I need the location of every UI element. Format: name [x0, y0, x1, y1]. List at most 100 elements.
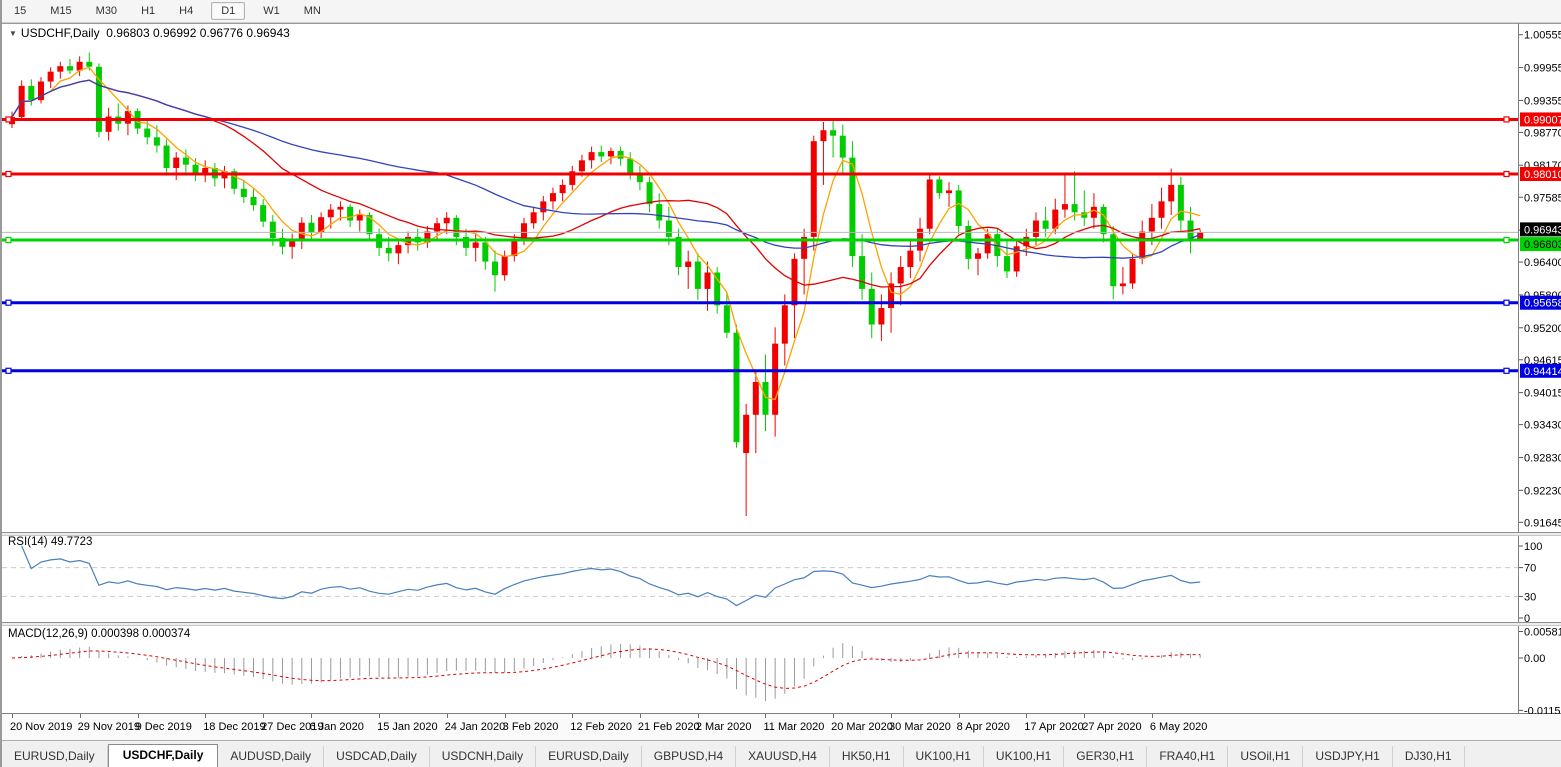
chart-tab-hk50-h1[interactable]: HK50,H1: [830, 746, 904, 767]
price-tick-label: 0.92830: [1524, 452, 1561, 464]
time-tick-mark: [379, 714, 380, 718]
svg-text:0.95658: 0.95658: [1524, 298, 1561, 310]
time-tick-mark: [833, 714, 834, 718]
time-tick-mark: [263, 714, 264, 718]
rsi-tick-label: 0: [1524, 613, 1530, 625]
time-tick-label: 12 Feb 2020: [570, 721, 632, 733]
price-tick-label: 0.97585: [1524, 192, 1561, 204]
time-tick-mark: [959, 714, 960, 718]
time-tick-mark: [205, 714, 206, 718]
timeframe-button-H4[interactable]: H4: [169, 2, 203, 20]
timeframe-button-MN[interactable]: MN: [294, 2, 331, 20]
candle: [811, 136, 817, 251]
chart-tab-eurusd-daily[interactable]: EURUSD,Daily: [536, 746, 642, 767]
candle: [927, 174, 933, 234]
time-tick-mark: [311, 714, 312, 718]
time-tick-mark: [1152, 714, 1153, 718]
timeframe-button-H1[interactable]: H1: [131, 2, 165, 20]
level-axis-label-0.96803: 0.96803: [1520, 237, 1561, 251]
price-tick-label: 0.91645: [1524, 517, 1561, 529]
chart-tab-gbpusd-h4[interactable]: GBPUSD,H4: [642, 746, 736, 767]
time-axis[interactable]: 20 Nov 201929 Nov 20199 Dec 201918 Dec 2…: [2, 714, 1561, 740]
rsi-tick-label: 30: [1524, 591, 1536, 603]
time-tick-mark: [12, 714, 13, 718]
time-tick-label: 20 Mar 2020: [831, 721, 893, 733]
chart-tab-usdcnh-daily[interactable]: USDCNH,Daily: [430, 746, 536, 767]
chart-tab-fra40-h1[interactable]: FRA40,H1: [1147, 746, 1228, 767]
timeframe-button-D1[interactable]: D1: [211, 2, 245, 20]
time-tick-label: 17 Apr 2020: [1024, 721, 1083, 733]
time-tick-label: 2 Mar 2020: [696, 721, 752, 733]
rsi-tick-label: 100: [1524, 541, 1542, 553]
time-tick-label: 3 Feb 2020: [503, 721, 559, 733]
price-tick-label: 0.99355: [1524, 95, 1561, 107]
chart-background: [2, 22, 1561, 714]
chart-tab-usdjpy-h1[interactable]: USDJPY,H1: [1303, 746, 1392, 767]
candle: [734, 324, 740, 447]
chart-tab-usoil-h1[interactable]: USOil,H1: [1228, 746, 1303, 767]
time-tick-mark: [1084, 714, 1085, 718]
chart-tab-eurusd-daily[interactable]: EURUSD,Daily: [2, 746, 108, 767]
svg-text:0.98010: 0.98010: [1524, 169, 1561, 181]
price-tick-label: 0.99955: [1524, 63, 1561, 75]
time-tick-mark: [80, 714, 81, 718]
time-tick-mark: [640, 714, 641, 718]
time-tick-label: 11 Mar 2020: [763, 721, 824, 733]
svg-text:0.99007: 0.99007: [1524, 114, 1561, 126]
level-axis-label-0.98010: 0.98010: [1520, 167, 1561, 181]
level-axis-label-0.99007: 0.99007: [1520, 112, 1561, 126]
macd-tick-label: 0.00: [1524, 653, 1545, 665]
chart-tab-uk100-h1[interactable]: UK100,H1: [984, 746, 1064, 767]
current-price-axis-label: 0.96943: [1520, 222, 1561, 236]
chart-symbol-period: USDCHF,Daily: [21, 26, 100, 40]
chart-tab-audusd-daily[interactable]: AUDUSD,Daily: [218, 746, 324, 767]
time-tick-mark: [1026, 714, 1027, 718]
timeframe-toolbar: 15M15 M30H1H4 D1 W1MN: [2, 0, 1561, 23]
macd-tick-label: 0.005818: [1524, 627, 1561, 639]
time-tick-mark: [447, 714, 448, 718]
time-tick-label: 20 Nov 2019: [10, 721, 72, 733]
time-tick-mark: [505, 714, 506, 718]
chart-tab-usdcad-daily[interactable]: USDCAD,Daily: [324, 746, 430, 767]
chart-ohlc-values: 0.96803 0.96992 0.96776 0.96943: [100, 26, 290, 40]
price-tick-label: 1.00555: [1524, 30, 1561, 42]
candle: [849, 141, 855, 267]
level-axis-label-0.95658: 0.95658: [1520, 296, 1561, 310]
time-tick-label: 15 Jan 2020: [377, 721, 438, 733]
timeframe-button-15[interactable]: 15: [4, 2, 36, 20]
chart-tab-usdchf-daily[interactable]: USDCHF,Daily: [108, 744, 219, 767]
chart-tab-uk100-h1[interactable]: UK100,H1: [904, 746, 984, 767]
svg-text:0.96943: 0.96943: [1524, 224, 1561, 236]
chart-tab-bar: EURUSD,DailyUSDCHF,DailyAUDUSD,DailyUSDC…: [2, 740, 1561, 767]
chart-tab-dj30-h1[interactable]: DJ30,H1: [1393, 746, 1465, 767]
time-tick-label: 30 Mar 2020: [889, 721, 951, 733]
price-tick-label: 0.96400: [1524, 257, 1561, 269]
chart-tab-ger30-h1[interactable]: GER30,H1: [1064, 746, 1147, 767]
time-tick-mark: [138, 714, 139, 718]
price-tick-label: 0.94015: [1524, 388, 1561, 400]
time-tick-mark: [891, 714, 892, 718]
time-tick-label: 18 Dec 2019: [203, 721, 265, 733]
svg-text:0.96803: 0.96803: [1524, 239, 1561, 251]
chart-canvas[interactable]: 1.005550.999550.993550.987700.981700.975…: [2, 0, 1561, 767]
svg-text:0.94414: 0.94414: [1524, 366, 1561, 378]
time-tick-label: 8 Apr 2020: [957, 721, 1010, 733]
price-tick-label: 0.93430: [1524, 420, 1561, 432]
time-tick-label: 21 Feb 2020: [638, 721, 700, 733]
time-tick-mark: [765, 714, 766, 718]
timeframe-button-W1[interactable]: W1: [253, 2, 290, 20]
chart-tab-xauusd-h4[interactable]: XAUUSD,H4: [736, 746, 830, 767]
candle: [96, 63, 102, 137]
time-tick-label: 6 May 2020: [1150, 721, 1207, 733]
chart-dropdown-icon[interactable]: ▼: [9, 29, 17, 38]
timeframe-button-M15[interactable]: M15: [40, 2, 81, 20]
time-tick-mark: [698, 714, 699, 718]
level-axis-label-0.94414: 0.94414: [1520, 364, 1561, 378]
price-tick-label: 0.98770: [1524, 127, 1561, 139]
price-tick-label: 0.92230: [1524, 485, 1561, 497]
time-tick-mark: [572, 714, 573, 718]
price-tick-label: 0.95200: [1524, 323, 1561, 335]
timeframe-button-M30[interactable]: M30: [86, 2, 127, 20]
time-tick-label: 9 Dec 2019: [136, 721, 192, 733]
trading-terminal-window: 15M15 M30H1H4 D1 W1MN 1.00555 0.99955 0.99355…: [0, 0, 1561, 767]
